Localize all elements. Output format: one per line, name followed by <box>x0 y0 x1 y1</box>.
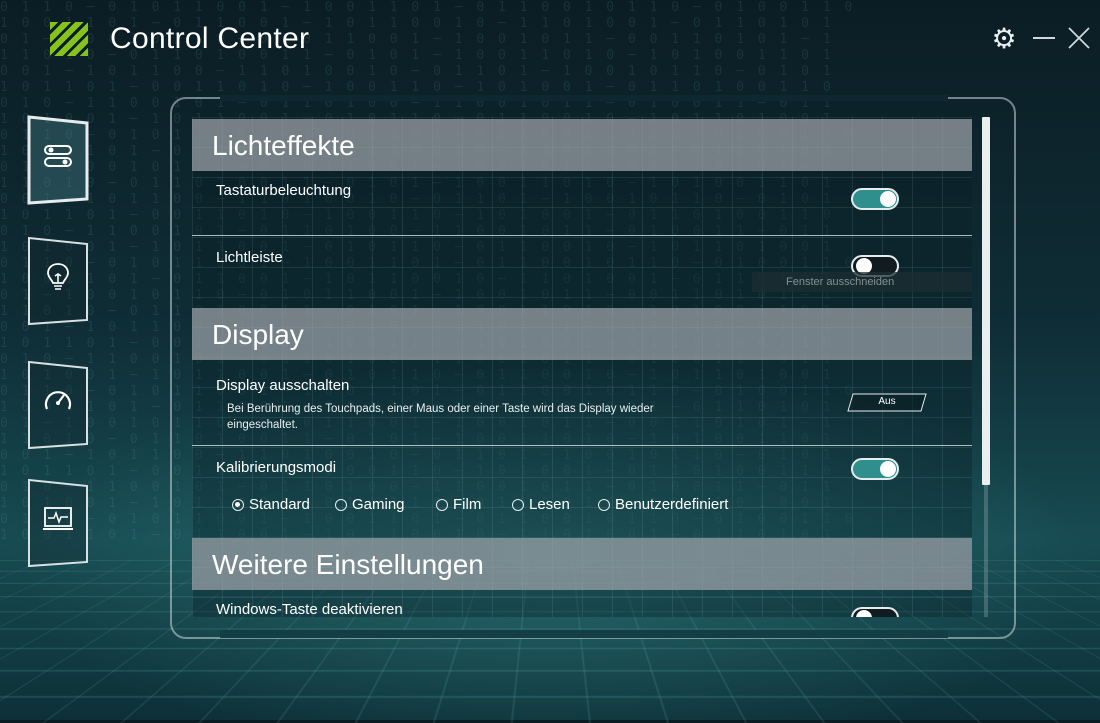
close-icon[interactable] <box>1065 24 1093 52</box>
calibration-toggle[interactable] <box>851 458 899 480</box>
display-off-select-value: Aus <box>878 396 896 407</box>
divider <box>192 445 972 446</box>
divider <box>192 235 972 236</box>
radio-icon <box>436 498 448 511</box>
minimize-icon[interactable] <box>1030 24 1058 52</box>
section-header-weitere-einstellungen: Weitere Einstellungen <box>192 538 972 590</box>
display-off-label: Display ausschalten <box>216 377 350 394</box>
light-bar-label: Lichtleiste <box>216 249 283 266</box>
calibration-option-film[interactable]: Film <box>436 496 481 513</box>
section-title: Display <box>212 319 304 350</box>
display-off-description-cont: eingeschaltet. <box>227 419 298 431</box>
calibration-option-lesen[interactable]: Lesen <box>512 496 570 513</box>
radio-icon <box>512 498 524 511</box>
gear-icon[interactable]: ⚙ <box>990 23 1018 54</box>
sidebar-item-lighting[interactable] <box>25 236 91 326</box>
tooltip: Fenster ausschneiden <box>752 272 972 292</box>
section-title: Weitere Einstellungen <box>212 549 484 580</box>
section-header-lichteffekte: Lichteffekte <box>192 119 972 171</box>
calibration-label: Kalibrierungsmodi <box>216 459 337 476</box>
sidebar-item-settings[interactable] <box>25 115 91 205</box>
app-logo <box>50 22 88 56</box>
radio-icon <box>335 498 347 511</box>
windows-key-toggle[interactable] <box>851 607 899 617</box>
display-off-select[interactable]: Aus <box>847 393 927 412</box>
windows-key-label: Windows-Taste deaktivieren <box>216 601 403 617</box>
scrollbar-thumb[interactable] <box>982 117 990 485</box>
sidebar-item-performance[interactable] <box>25 360 91 450</box>
lightbulb-icon <box>47 263 69 290</box>
calibration-option-gaming[interactable]: Gaming <box>335 496 405 513</box>
section-title: Lichteffekte <box>212 130 355 161</box>
radio-checked-icon <box>232 498 244 511</box>
monitor-pulse-icon <box>43 507 73 530</box>
calibration-option-standard[interactable]: Standard <box>232 496 310 513</box>
radio-icon <box>598 498 610 511</box>
keyboard-backlight-label: Tastaturbeleuchtung <box>216 182 352 199</box>
toggles-icon <box>44 145 72 167</box>
display-off-description: Bei Berührung des Touchpads, einer Maus … <box>227 403 654 415</box>
calibration-option-custom[interactable]: Benutzerdefiniert <box>598 496 728 513</box>
settings-panel: Lichteffekte Tastaturbeleuchtung Lichtle… <box>192 117 972 617</box>
sidebar-item-display[interactable] <box>25 478 91 568</box>
scrollbar[interactable] <box>982 117 990 617</box>
speedometer-icon <box>44 391 72 410</box>
keyboard-backlight-toggle[interactable] <box>851 188 899 210</box>
app-title: Control Center <box>110 22 310 55</box>
section-header-display: Display <box>192 308 972 360</box>
